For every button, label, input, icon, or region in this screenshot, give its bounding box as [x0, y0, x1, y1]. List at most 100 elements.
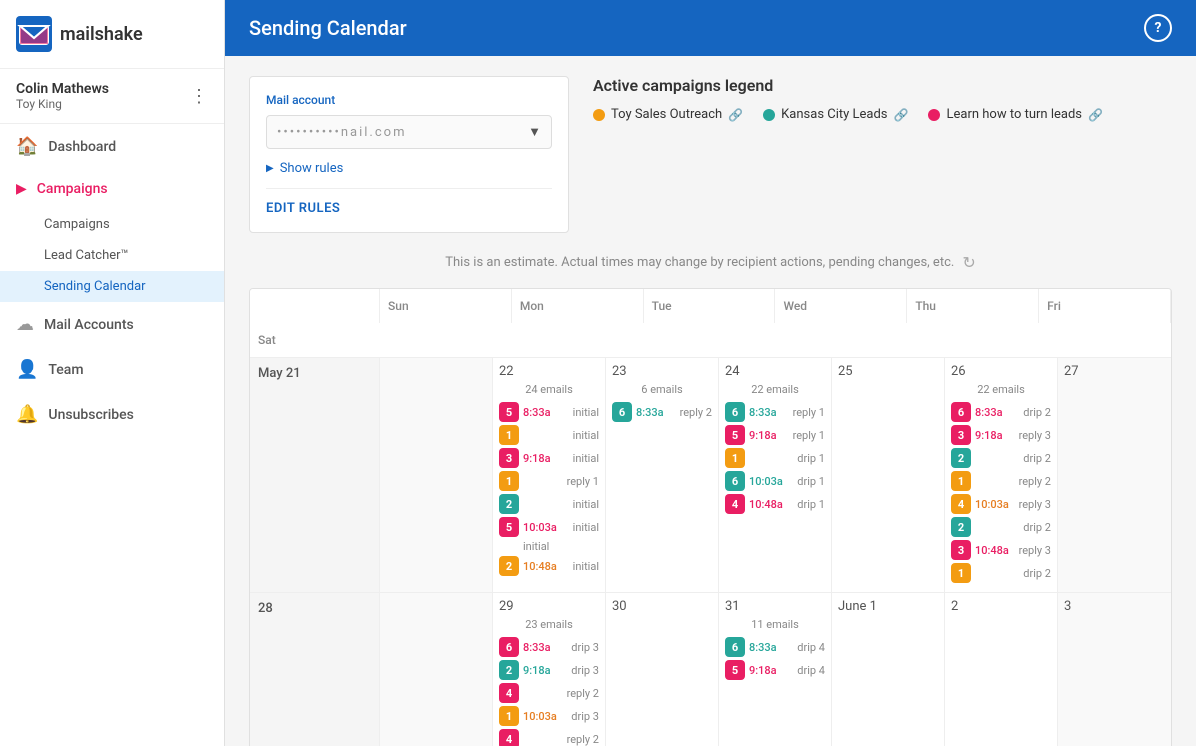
- sidebar-item-campaigns-sub[interactable]: Campaigns: [0, 209, 224, 240]
- email-badge: 6: [725, 637, 745, 657]
- email-badge: 6: [499, 637, 519, 657]
- sidebar-item-mail-accounts[interactable]: ☁ Mail Accounts: [0, 302, 224, 347]
- cal-day-june3: 3: [1058, 593, 1171, 746]
- user-menu-button[interactable]: ⋮: [190, 86, 208, 107]
- main-content: Sending Calendar ? Mail account ••••••••…: [225, 0, 1196, 746]
- refresh-icon[interactable]: ↻: [962, 253, 975, 272]
- email-type: drip 1: [797, 475, 825, 488]
- col-header-tue: Tue: [644, 289, 776, 323]
- email-badge: 2: [499, 494, 519, 514]
- email-type: drip 2: [1023, 521, 1051, 534]
- day-number: 2: [951, 599, 1051, 614]
- email-type: reply 3: [1019, 429, 1051, 442]
- col-header-empty: [250, 289, 380, 323]
- day-number: 22: [499, 364, 599, 379]
- mail-accounts-icon: ☁: [16, 314, 34, 335]
- cal-day-may28-sun: [380, 593, 493, 746]
- email-badge: 1: [951, 471, 971, 491]
- legend-link-learn-how[interactable]: 🔗: [1088, 108, 1103, 122]
- email-type: reply 2: [567, 733, 599, 746]
- legend-dot-learn-how: [928, 109, 940, 121]
- legend-dot-toy-sales: [593, 109, 605, 121]
- email-type: initial: [573, 560, 599, 573]
- email-badge: 5: [725, 660, 745, 680]
- edit-rules-button[interactable]: EDIT RULES: [266, 188, 552, 216]
- email-type: drip 4: [797, 641, 825, 654]
- email-badge: 3: [951, 425, 971, 445]
- email-row: 68:33areply 1: [725, 402, 825, 422]
- email-time: 10:48a: [975, 544, 1009, 557]
- day-number: June 1: [838, 599, 938, 614]
- legend-title: Active campaigns legend: [593, 76, 1172, 95]
- top-section: Mail account ••••••••••nail.com ▼ ▶ Show…: [249, 76, 1172, 233]
- sidebar-item-unsubscribes[interactable]: 🔔 Unsubscribes: [0, 392, 224, 437]
- email-row: 1drip 2: [951, 563, 1051, 583]
- email-badge: 2: [951, 448, 971, 468]
- legend-item-toy-sales: Toy Sales Outreach 🔗: [593, 107, 743, 122]
- email-badge: 6: [725, 402, 745, 422]
- day-number: 24: [725, 364, 825, 379]
- help-button[interactable]: ?: [1144, 14, 1172, 42]
- calendar-header: Sun Mon Tue Wed Thu Fri Sat: [250, 289, 1171, 358]
- email-badge: 6: [725, 471, 745, 491]
- email-type: drip 3: [571, 710, 599, 723]
- col-header-wed: Wed: [775, 289, 907, 323]
- email-row: 1initial: [499, 425, 599, 445]
- cal-day-may31: 31 11 emails 68:33adrip 4 59:18adrip 4: [719, 593, 832, 746]
- email-time: 10:48a: [749, 498, 783, 511]
- legend-item-learn-how: Learn how to turn leads 🔗: [928, 107, 1102, 122]
- legend-label-toy-sales: Toy Sales Outreach: [611, 107, 722, 122]
- day-number: 31: [725, 599, 825, 614]
- sidebar-item-dashboard[interactable]: 🏠 Dashboard: [0, 124, 224, 169]
- campaigns-legend: Active campaigns legend Toy Sales Outrea…: [593, 76, 1172, 233]
- sidebar-item-lead-catcher[interactable]: Lead Catcher™: [0, 240, 224, 271]
- email-time: 8:33a: [636, 406, 664, 419]
- legend-label-kansas-city: Kansas City Leads: [781, 107, 887, 122]
- day-number: 23: [612, 364, 712, 379]
- email-row: 110:03adrip 3: [499, 706, 599, 726]
- email-badge: 1: [499, 425, 519, 445]
- email-time: 10:03a: [523, 710, 557, 723]
- mail-account-select[interactable]: ••••••••••nail.com ▼: [266, 115, 552, 149]
- email-time: 8:33a: [523, 406, 551, 419]
- col-header-mon: Mon: [512, 289, 644, 323]
- cal-day-may27: 27: [1058, 358, 1171, 593]
- legend-link-toy-sales[interactable]: 🔗: [728, 108, 743, 122]
- sidebar-item-label: Mail Accounts: [44, 317, 134, 333]
- cal-day-may30: 30: [606, 593, 719, 746]
- mail-account-label: Mail account: [266, 93, 552, 107]
- email-count: 22 emails: [951, 383, 1051, 396]
- email-row: 29:18adrip 3: [499, 660, 599, 680]
- legend-label-learn-how: Learn how to turn leads: [946, 107, 1082, 122]
- cal-day-june1: June 1: [832, 593, 945, 746]
- email-count: 24 emails: [499, 383, 599, 396]
- estimate-text: This is an estimate. Actual times may ch…: [445, 255, 954, 270]
- show-rules-toggle[interactable]: ▶ Show rules: [266, 149, 552, 176]
- email-badge: 4: [725, 494, 745, 514]
- cal-day-may29: 29 23 emails 68:33adrip 3 29:18adrip 3 4…: [493, 593, 606, 746]
- email-row: 310:48areply 3: [951, 540, 1051, 560]
- sidebar-item-campaigns[interactable]: ▶ Campaigns: [0, 169, 224, 209]
- sidebar-item-team[interactable]: 👤 Team: [0, 347, 224, 392]
- email-row: 68:33adrip 4: [725, 637, 825, 657]
- day-number: 26: [951, 364, 1051, 379]
- legend-link-kansas-city[interactable]: 🔗: [894, 108, 909, 122]
- legend-dot-kansas-city: [763, 109, 775, 121]
- email-time: 10:03a: [523, 521, 557, 534]
- email-time: 9:18a: [523, 452, 551, 465]
- cal-day-may22: 22 24 emails 58:33ainitial 1initial 39:1…: [493, 358, 606, 593]
- email-type: drip 2: [1023, 567, 1051, 580]
- email-time: 8:33a: [749, 406, 777, 419]
- email-type: initial: [573, 498, 599, 511]
- email-badge: 4: [499, 683, 519, 703]
- email-badge: 3: [951, 540, 971, 560]
- email-time: 9:18a: [975, 429, 1003, 442]
- email-type: reply 3: [1019, 498, 1051, 511]
- email-type: initial: [573, 406, 599, 419]
- email-row: 59:18adrip 4: [725, 660, 825, 680]
- email-time: 10:48a: [523, 560, 557, 573]
- email-type: drip 2: [1023, 406, 1051, 419]
- sidebar-item-sending-calendar[interactable]: Sending Calendar: [0, 271, 224, 302]
- sidebar: mailshake Colin Mathews Toy King ⋮ 🏠 Das…: [0, 0, 225, 746]
- estimate-bar: This is an estimate. Actual times may ch…: [249, 253, 1172, 272]
